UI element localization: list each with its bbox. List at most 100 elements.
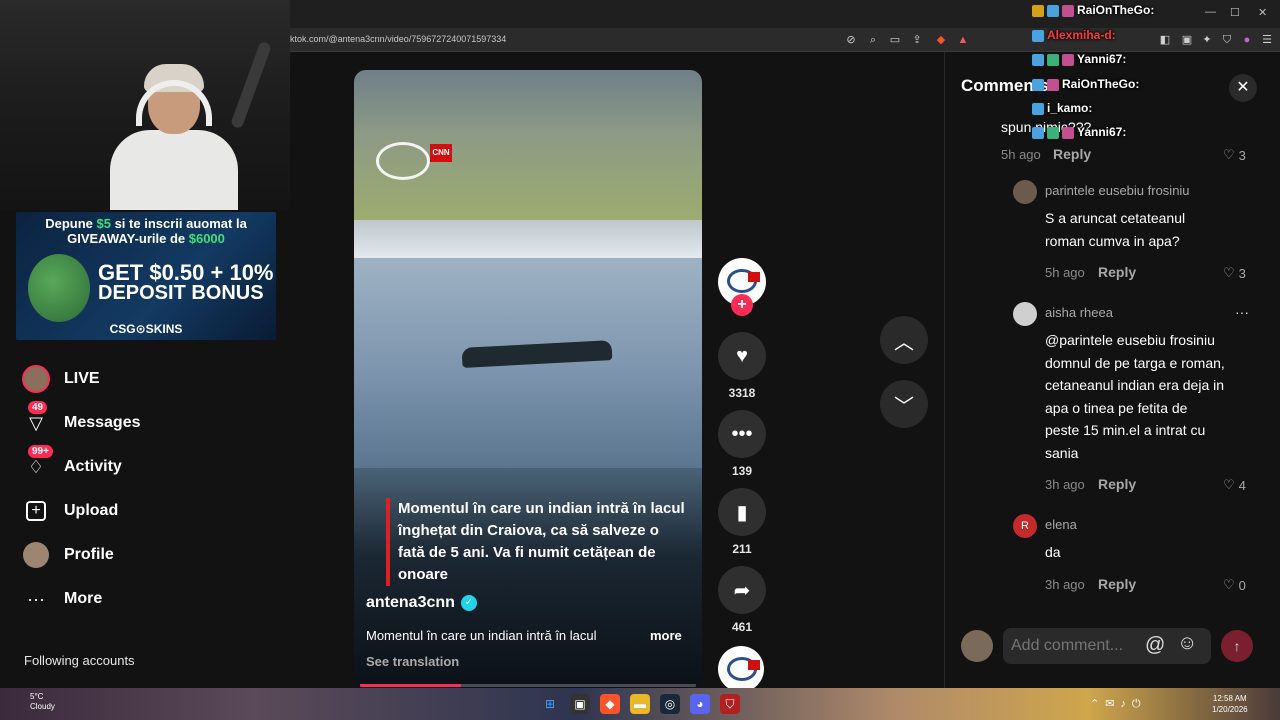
like-count: 3318 [728, 386, 756, 400]
comment-like[interactable]: ♡ 0 [1223, 577, 1246, 593]
brave-rewards-icon[interactable]: ▲ [956, 33, 970, 47]
maximize-icon[interactable]: ☐ [1230, 6, 1240, 19]
cast-icon[interactable]: ▭ [888, 33, 902, 47]
minimize-icon[interactable]: — [1205, 6, 1216, 18]
save-action[interactable]: ▮ 211 [718, 488, 766, 556]
my-avatar[interactable] [961, 630, 993, 662]
sound-disc-avatar[interactable] [718, 646, 764, 692]
extensions-icon[interactable]: ✦ [1200, 33, 1214, 47]
sidebar-item-label: LIVE [64, 370, 100, 387]
close-window-icon[interactable]: ✕ [1258, 6, 1267, 19]
comment-options-icon[interactable]: ··· [1235, 304, 1249, 320]
more-button[interactable]: more [650, 628, 682, 643]
see-translation-link[interactable]: See translation [366, 654, 459, 669]
chat-message: RaiOnTheGo: [1032, 77, 1139, 91]
steam-icon[interactable]: ◎ [660, 694, 680, 714]
comment-action[interactable]: ••• 139 [718, 410, 766, 478]
chat-username: Alexmiha-d: [1047, 28, 1116, 42]
sidebar-item-profile[interactable]: Profile [22, 538, 114, 572]
weather-widget[interactable]: 5°C Cloudy [30, 692, 55, 712]
comments-panel: Comments ✕ spun nimic??? 5h ago Reply ♡ 3… [944, 52, 1280, 688]
sidebar-item-upload[interactable]: + Upload [22, 494, 118, 528]
url-text[interactable]: ktok.com/@antena3cnn/video/7596727240071… [290, 34, 506, 44]
comment-like[interactable]: ♡ 3 [1223, 265, 1246, 281]
zoom-icon[interactable]: ⌕ [866, 33, 880, 47]
gift-badge-icon [1062, 53, 1074, 66]
taskbar-clock[interactable]: 12:58 AM 1/20/2026 [1212, 693, 1248, 715]
emoji-icon[interactable]: ☺ [1177, 632, 1197, 655]
sidebar-item-label: Activity [64, 458, 122, 475]
comment-bubble-icon[interactable]: ••• [718, 410, 766, 458]
windows-start-icon[interactable]: ⊞ [540, 694, 560, 714]
like-action[interactable]: ♥ 3318 [718, 332, 766, 400]
sidebar-item-activity[interactable]: ♢ 99+ Activity [22, 445, 122, 484]
discord-icon[interactable]: ◕ [690, 694, 710, 714]
comment-time: 3h ago [1045, 577, 1085, 592]
file-explorer-icon[interactable]: ▬ [630, 694, 650, 714]
previous-video-button[interactable]: ︿ [880, 316, 928, 364]
chat-username: RaiOnTheGo: [1062, 77, 1140, 91]
comment-text: domnul de pe targa e roman, [1045, 355, 1225, 371]
post-comment-button[interactable]: ↑ [1221, 630, 1253, 662]
chat-message: i_kamo: [1032, 101, 1092, 115]
comment-count: 139 [731, 464, 753, 478]
task-view-icon[interactable]: ▣ [570, 694, 590, 714]
comment-like[interactable]: ♡ 3 [1223, 147, 1246, 163]
app-shield-icon[interactable]: ⛉ [720, 694, 740, 714]
heart-icon[interactable]: ♥ [718, 332, 766, 380]
streamer [110, 60, 238, 210]
commenter-avatar[interactable]: R [1013, 514, 1037, 538]
commenter-avatar[interactable] [1013, 180, 1037, 204]
wallet-icon[interactable]: ▣ [1180, 33, 1194, 47]
follow-button[interactable]: + [731, 294, 753, 316]
sidebar-item-label: Upload [64, 502, 119, 519]
taskbar-apps: ⊞ ▣ ◆ ▬ ◎ ◕ ⛉ [540, 688, 740, 720]
heart-outline-icon: ♡ [1223, 477, 1235, 492]
more-dots-icon: ··· [27, 588, 45, 609]
commenter-name[interactable]: aisha rheea [1045, 305, 1113, 320]
sidebar-item-messages[interactable]: ▽ 49 Messages [22, 401, 141, 440]
reply-button[interactable]: Reply [1098, 476, 1136, 492]
menu-icon[interactable]: ☰ [1260, 33, 1274, 47]
brave-shield-icon[interactable]: ◆ [934, 33, 948, 47]
mention-icon[interactable]: @ [1145, 634, 1165, 657]
clock-date: 1/20/2026 [1212, 705, 1248, 714]
commenter-avatar[interactable] [1013, 302, 1037, 326]
sidebar-item-more[interactable]: ··· More [22, 582, 102, 616]
comment-text: cetaneanul indian era deja in [1045, 377, 1225, 393]
next-video-button[interactable]: ﹀ [880, 380, 928, 428]
comment-like[interactable]: ♡ 4 [1223, 477, 1246, 493]
bits-badge-icon [1047, 126, 1059, 139]
leo-ai-icon[interactable]: ● [1240, 33, 1254, 47]
comment-time: 5h ago [1001, 147, 1041, 162]
brave-browser-icon[interactable]: ◆ [600, 694, 620, 714]
reply-button[interactable]: Reply [1098, 264, 1136, 280]
share-icon[interactable]: ⇪ [910, 33, 924, 47]
share-arrow-icon[interactable]: ➦ [718, 566, 766, 614]
bookmark-icon[interactable]: ▮ [718, 488, 766, 536]
activity-icon: ♢ 99+ [22, 445, 53, 481]
close-icon[interactable]: ✕ [1229, 74, 1257, 102]
vpn-icon[interactable]: ⛉ [1220, 33, 1234, 47]
sidebar-item-live[interactable]: LIVE [22, 362, 100, 396]
cnn-logo-icon [748, 272, 760, 282]
sub-badge-icon [1032, 102, 1044, 115]
arrow-up-icon: ↑ [1233, 638, 1241, 654]
video-player[interactable]: CNN Momentul în care un indian intră în … [354, 70, 702, 688]
share-action[interactable]: ➦ 461 [718, 566, 766, 634]
reader-mode-icon[interactable]: ⊘ [844, 33, 858, 47]
author-name[interactable]: antena3cnn [366, 594, 455, 612]
cnn-logo-badge: CNN [430, 144, 452, 162]
reply-button[interactable]: Reply [1053, 146, 1091, 162]
profile-avatar-icon [22, 541, 50, 569]
sidebar-icon[interactable]: ◧ [1158, 33, 1172, 47]
messages-badge: 49 [28, 401, 48, 414]
microphone-arm [229, 40, 273, 130]
gift-badge-icon [1047, 78, 1059, 91]
reply-button[interactable]: Reply [1098, 576, 1136, 592]
commenter-name[interactable]: parintele eusebiu frosiniu [1045, 183, 1190, 198]
system-tray[interactable]: ⌃✉♪⏻ [1090, 697, 1147, 711]
video-progress-bar[interactable] [360, 684, 696, 687]
commenter-name[interactable]: elena [1045, 517, 1077, 532]
video-author[interactable]: antena3cnn ✓ [366, 594, 477, 612]
